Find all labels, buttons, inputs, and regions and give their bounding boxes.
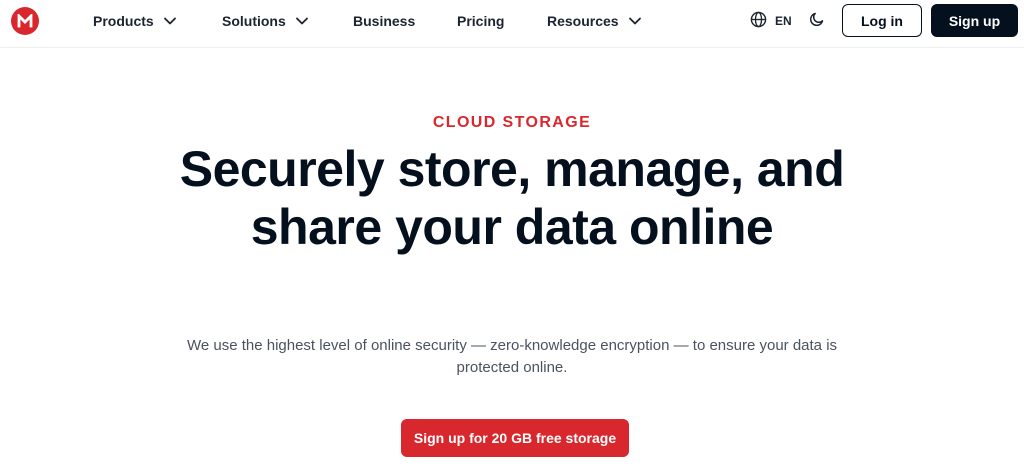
mega-logo-icon[interactable]	[11, 7, 39, 35]
nav-solutions-label: Solutions	[222, 13, 286, 29]
language-code: EN	[775, 14, 792, 28]
theme-toggle[interactable]	[807, 10, 827, 32]
nav-solutions-menu[interactable]: Solutions	[222, 10, 308, 32]
nav-products-label: Products	[93, 13, 154, 29]
hero-headline: Securely store, manage, and share your d…	[179, 141, 845, 255]
nav-pricing-link[interactable]: Pricing	[457, 10, 504, 32]
chevron-down-icon	[295, 17, 308, 25]
moon-icon	[809, 11, 825, 32]
nav-resources-label: Resources	[547, 13, 619, 29]
language-selector[interactable]: EN	[750, 10, 792, 32]
nav-resources-menu[interactable]: Resources	[547, 10, 641, 32]
globe-icon	[750, 11, 767, 31]
chevron-down-icon	[163, 17, 176, 25]
hero-eyebrow: CLOUD STORAGE	[432, 114, 592, 131]
nav-pricing-label: Pricing	[457, 13, 505, 29]
nav-business-label: Business	[353, 13, 416, 29]
signup-button[interactable]: Sign up	[931, 4, 1018, 37]
nav-business-link[interactable]: Business	[353, 10, 415, 32]
login-button[interactable]: Log in	[842, 4, 922, 37]
nav-products-menu[interactable]: Products	[93, 10, 176, 32]
hero-subtext: We use the highest level of online secur…	[186, 337, 838, 376]
top-navigation-bar: Products Solutions Business Pricing Reso…	[0, 0, 1024, 48]
free-storage-signup-button[interactable]: Sign up for 20 GB free storage	[401, 419, 629, 457]
chevron-down-icon	[628, 17, 641, 25]
